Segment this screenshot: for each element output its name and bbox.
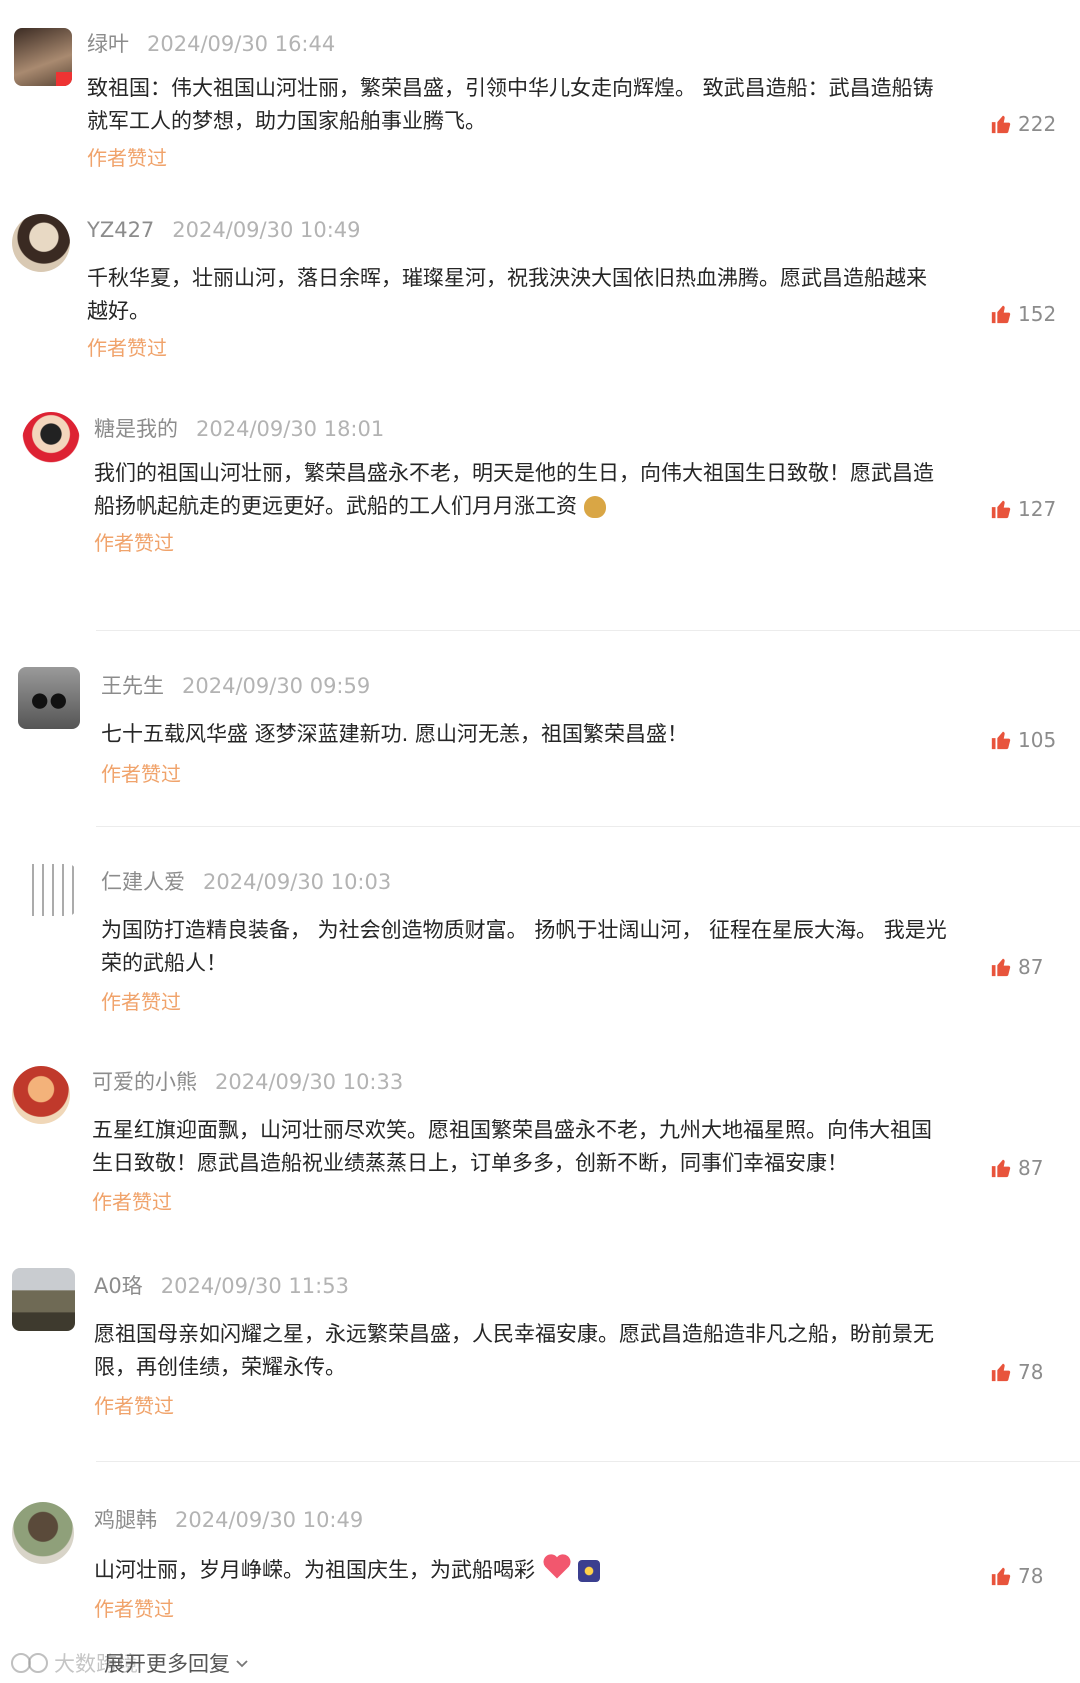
user-name[interactable]: 糖是我的: [94, 417, 178, 441]
user-name[interactable]: YZ427: [87, 218, 154, 242]
like-count: 222: [1018, 112, 1057, 136]
expand-more-replies-button[interactable]: 展开更多回复: [104, 1648, 250, 1678]
flag-badge-icon: [56, 72, 72, 86]
comment-text: 我们的祖国山河壮丽，繁荣昌盛永不老，明天是他的生日，向伟大祖国生日致敬！愿武昌造…: [94, 461, 934, 518]
like-button[interactable]: 222: [990, 112, 1080, 136]
avatar[interactable]: [12, 1502, 74, 1564]
comment-text: 五星红旗迎面飘，山河壮丽尽欢笑。愿祖国繁荣昌盛永不老，九州大地福星照。向伟大祖国…: [92, 1118, 932, 1175]
like-count: 78: [1018, 1564, 1044, 1588]
avatar[interactable]: [24, 864, 76, 916]
author-liked-label: 作者赞过: [92, 1190, 172, 1214]
thumbs-up-icon: [991, 305, 1011, 324]
comment-time: 2024/09/30 10:49: [175, 1508, 364, 1532]
thumbs-up-icon: [991, 115, 1011, 134]
comment-time: 2024/09/30 18:01: [196, 417, 385, 441]
comment-time: 2024/09/30 10:49: [172, 218, 361, 242]
author-liked-label: 作者赞过: [87, 146, 167, 170]
avatar[interactable]: [12, 214, 70, 272]
like-button[interactable]: 105: [990, 728, 1080, 752]
avatar[interactable]: [14, 28, 72, 86]
like-count: 87: [1018, 955, 1044, 979]
author-liked-label: 作者赞过: [87, 336, 167, 360]
divider: [96, 630, 1080, 631]
comment-time: 2024/09/30 10:33: [215, 1070, 404, 1094]
divider: [96, 1461, 1080, 1462]
user-name[interactable]: 可爱的小熊: [92, 1070, 197, 1094]
like-button[interactable]: 127: [990, 497, 1080, 521]
divider: [96, 826, 1080, 827]
comment-time: 2024/09/30 09:59: [182, 674, 371, 698]
author-liked-label: 作者赞过: [94, 531, 174, 555]
fireworks-icon: [578, 1560, 601, 1582]
comment-text: 致祖国：伟大祖国山河壮丽，繁荣昌盛，引领中华儿女走向辉煌。 致武昌造船：武昌造船…: [87, 76, 934, 133]
comment-time: 2024/09/30 10:03: [203, 870, 392, 894]
thumbs-up-icon: [991, 1567, 1011, 1586]
user-name[interactable]: 绿叶: [87, 32, 129, 56]
thumbs-up-icon: [991, 731, 1011, 750]
comment-text: 愿祖国母亲如闪耀之星，永远繁荣昌盛，人民幸福安康。愿武昌造船造非凡之船，盼前景无…: [94, 1322, 934, 1379]
comment-text: 为国防打造精良装备， 为社会创造物质财富。 扬帆于壮阔山河， 征程在星辰大海。 …: [101, 918, 947, 975]
like-button[interactable]: 87: [990, 1156, 1080, 1180]
comment-text: 七十五载风华盛 逐梦深蓝建新功. 愿山河无恙，祖国繁荣昌盛！: [101, 722, 689, 746]
heart-icon: [542, 1552, 572, 1590]
comment-time: 2024/09/30 11:53: [160, 1274, 349, 1298]
comment-text: 山河壮丽，岁月峥嵘。为祖国庆生，为武船喝彩: [94, 1558, 535, 1582]
like-count: 152: [1018, 302, 1057, 326]
author-liked-label: 作者赞过: [101, 762, 181, 786]
watermark-logo-icon: [11, 1653, 48, 1673]
thumbs-up-icon: [991, 1159, 1011, 1178]
like-count: 105: [1018, 728, 1057, 752]
author-liked-label: 作者赞过: [94, 1394, 174, 1418]
comment-time: 2024/09/30 16:44: [147, 32, 336, 56]
user-name[interactable]: 仁建人爱: [101, 870, 185, 894]
avatar[interactable]: [18, 667, 80, 729]
like-count: 87: [1018, 1156, 1044, 1180]
user-name[interactable]: A0珞: [94, 1274, 143, 1298]
avatar[interactable]: [22, 412, 80, 470]
thumbs-up-icon: [991, 1363, 1011, 1382]
like-button[interactable]: 152: [990, 302, 1080, 326]
like-count: 127: [1018, 497, 1057, 521]
author-liked-label: 作者赞过: [101, 990, 181, 1014]
like-count: 78: [1018, 1360, 1044, 1384]
user-name[interactable]: 王先生: [101, 674, 164, 698]
money-bag-icon: [583, 496, 606, 518]
like-button[interactable]: 78: [990, 1564, 1080, 1588]
thumbs-up-icon: [991, 500, 1011, 519]
like-button[interactable]: 87: [990, 955, 1080, 979]
author-liked-label: 作者赞过: [94, 1597, 174, 1621]
avatar[interactable]: [12, 1268, 75, 1331]
chevron-down-icon: [236, 1660, 248, 1668]
expand-more-label: 展开更多回复: [104, 1652, 230, 1676]
comment-text: 千秋华夏，壮丽山河，落日余晖，璀璨星河，祝我泱泱大国依旧热血沸腾。愿武昌造船越来…: [87, 266, 927, 323]
thumbs-up-icon: [991, 958, 1011, 977]
avatar[interactable]: [12, 1066, 70, 1124]
user-name[interactable]: 鸡腿韩: [94, 1508, 157, 1532]
like-button[interactable]: 78: [990, 1360, 1080, 1384]
